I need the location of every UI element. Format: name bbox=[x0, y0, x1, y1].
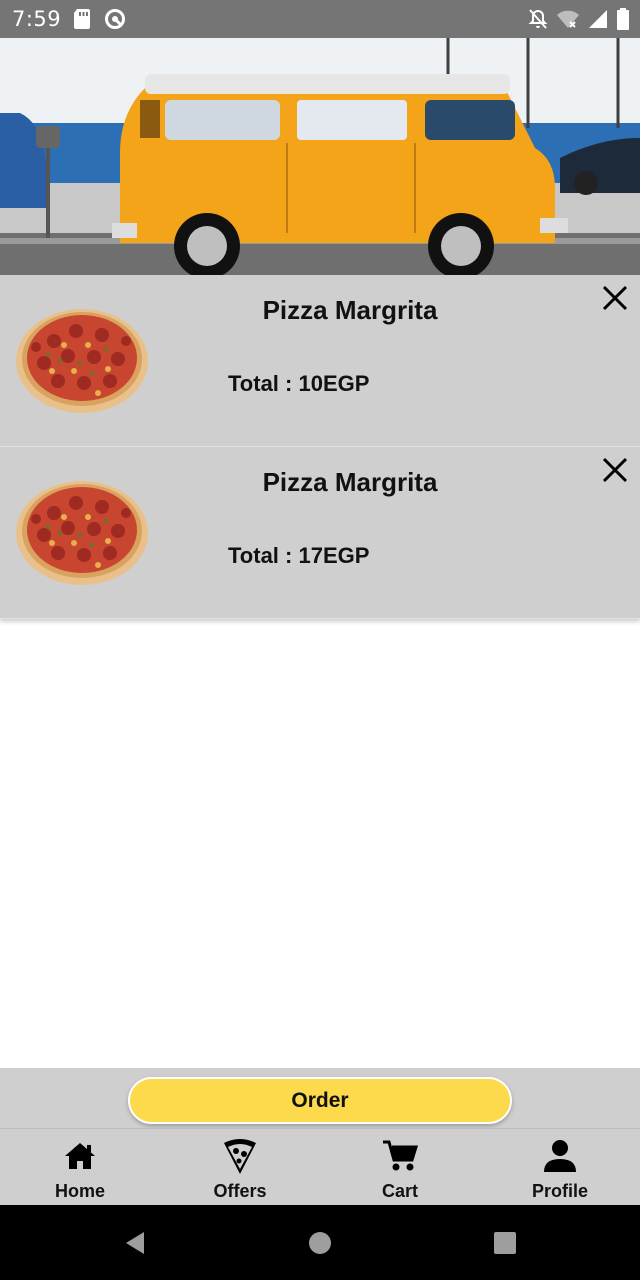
item-name: Pizza Margrita bbox=[262, 467, 438, 497]
item-name: Pizza Margrita bbox=[262, 295, 438, 325]
hero-image bbox=[0, 38, 640, 275]
nav-label: Offers bbox=[213, 1181, 267, 1201]
nav-item-profile[interactable]: Profile bbox=[480, 1129, 640, 1205]
order-button[interactable]: Order bbox=[128, 1077, 512, 1124]
item-total: Total : 17EGP bbox=[228, 543, 370, 568]
signal-icon bbox=[588, 9, 608, 34]
status-bar: 7:59 bbox=[0, 0, 640, 38]
order-bar: Order bbox=[0, 1068, 640, 1128]
item-total: Total : 10EGP bbox=[228, 371, 370, 396]
back-icon[interactable] bbox=[122, 1230, 148, 1256]
wifi-icon bbox=[556, 9, 580, 34]
home-circle-icon[interactable] bbox=[307, 1230, 333, 1256]
data-saver-icon bbox=[104, 8, 126, 35]
remove-item-button[interactable] bbox=[598, 281, 632, 315]
nav-item-offers[interactable]: Offers bbox=[160, 1129, 320, 1205]
remove-item-button[interactable] bbox=[598, 453, 632, 487]
bottom-nav: Home Offers Cart Profile bbox=[0, 1128, 640, 1205]
cart-item: Pizza Margrita Total : 10EGP bbox=[0, 275, 640, 447]
cart-list: Pizza Margrita Total : 10EGP Pizza Margr… bbox=[0, 275, 640, 619]
nav-label: Cart bbox=[381, 1181, 418, 1201]
pizza-slice-icon bbox=[220, 1137, 260, 1175]
pizza-image bbox=[14, 301, 150, 415]
recents-icon[interactable] bbox=[492, 1230, 518, 1256]
nav-label: Home bbox=[54, 1181, 105, 1201]
nav-label: Profile bbox=[531, 1181, 588, 1201]
nav-item-cart[interactable]: Cart bbox=[320, 1129, 480, 1205]
battery-icon bbox=[616, 8, 630, 35]
nav-item-home[interactable]: Home bbox=[0, 1129, 160, 1205]
person-icon bbox=[540, 1137, 580, 1175]
cart-icon bbox=[380, 1137, 420, 1175]
system-nav-bar bbox=[0, 1205, 640, 1280]
sd-card-icon bbox=[72, 8, 92, 35]
cart-item: Pizza Margrita Total : 17EGP bbox=[0, 447, 640, 619]
close-icon bbox=[602, 285, 628, 311]
home-icon bbox=[60, 1137, 100, 1175]
status-time: 7:59 bbox=[12, 7, 62, 31]
pizza-image bbox=[14, 473, 150, 587]
notifications-off-icon bbox=[528, 8, 548, 35]
close-icon bbox=[602, 457, 628, 483]
